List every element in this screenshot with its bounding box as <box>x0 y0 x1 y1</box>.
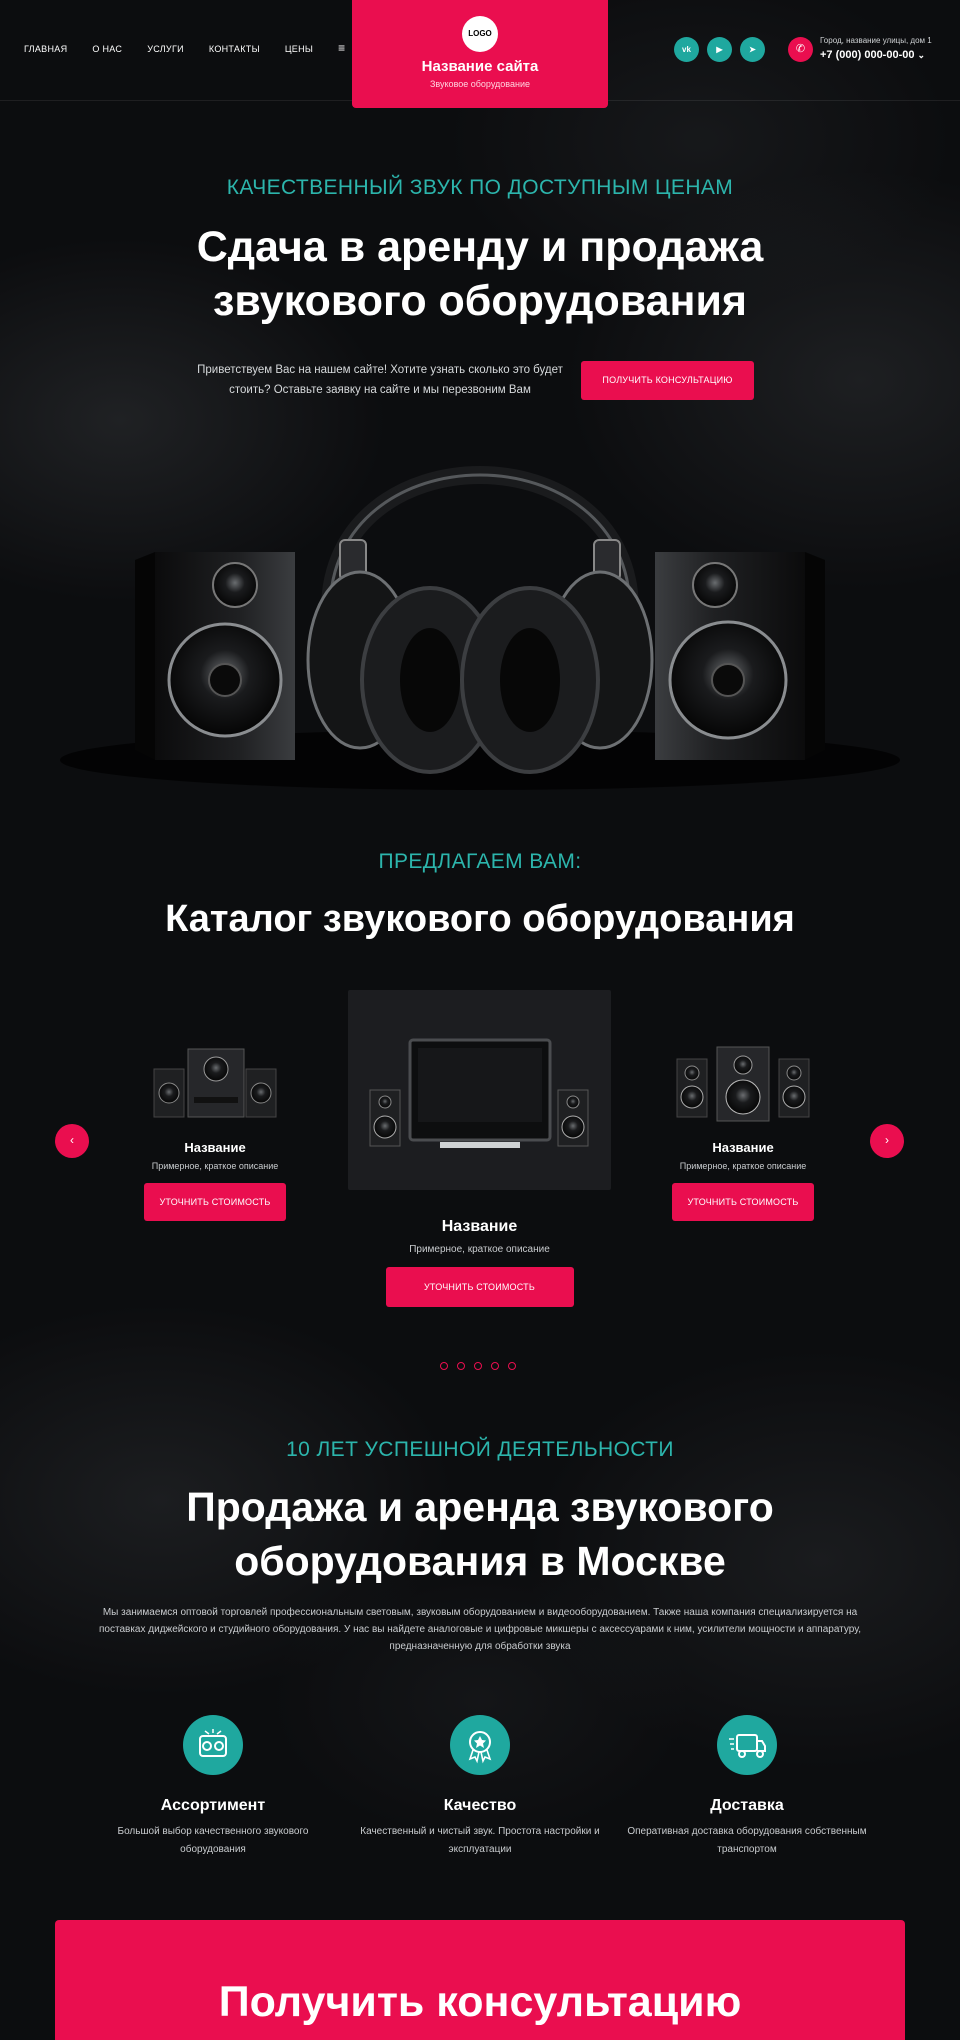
cta-banner: Получить консультацию <box>55 1920 905 2040</box>
nav-item-about[interactable]: О НАС <box>92 44 122 54</box>
catalog-card-featured: Название Примерное, краткое описание УТО… <box>348 1218 611 1307</box>
nav-item-contacts[interactable]: КОНТАКТЫ <box>209 44 260 54</box>
address: Город, название улицы, дом 1 <box>820 36 932 45</box>
phone-icon[interactable]: ✆ <box>788 37 813 62</box>
card-description: Примерное, краткое описание <box>409 1244 550 1255</box>
card-title: Название <box>712 1140 774 1155</box>
feature-title: Качество <box>443 1797 517 1814</box>
feature-title: Ассортимент <box>160 1797 266 1814</box>
menu-icon[interactable]: ≡ <box>338 42 345 54</box>
product-image <box>369 1038 589 1148</box>
site-header: ГЛАВНАЯ О НАС УСЛУГИ КОНТАКТЫ ЦЕНЫ ≡ LOG… <box>0 0 960 108</box>
nav-item-home[interactable]: ГЛАВНАЯ <box>24 44 67 54</box>
chevron-down-icon: ⌄ <box>917 50 926 60</box>
phone-text: +7 (000) 000-00-00 <box>820 49 915 61</box>
nav-item-prices[interactable]: ЦЕНЫ <box>285 44 313 54</box>
cta-title: Получить консультацию <box>218 1978 742 2026</box>
feature-assortment: Ассортимент Большой выбор качественного … <box>93 1715 333 1859</box>
logo: LOGO <box>462 16 498 52</box>
chevron-left-icon: ‹ <box>70 1133 74 1147</box>
feature-description: Оперативная доставка оборудования собств… <box>627 1826 867 1855</box>
feature-description: Качественный и чистый звук. Простота нас… <box>360 1826 600 1855</box>
consultation-button[interactable]: ПОЛУЧИТЬ КОНСУЛЬТАЦИЮ <box>581 361 754 400</box>
feature-description: Большой выбор качественного звукового об… <box>117 1826 309 1855</box>
carousel-prev-button[interactable]: ‹ <box>55 1124 89 1158</box>
price-button[interactable]: УТОЧНИТЬ СТОИМОСТЬ <box>385 1267 574 1307</box>
hero-title-line-2: звукового оборудования <box>212 277 748 325</box>
telegram-icon[interactable]: ➤ <box>740 37 765 62</box>
card-title: Название <box>184 1140 246 1155</box>
youtube-icon[interactable]: ▶ <box>707 37 732 62</box>
about-title: Продажа и аренда звукового оборудования … <box>0 1480 960 1588</box>
product-image <box>676 1046 810 1122</box>
hero-kicker: КАЧЕСТВЕННЫЙ ЗВУК ПО ДОСТУПНЫМ ЦЕНАМ <box>226 176 734 199</box>
hero-title: Сдача в аренду и продажа звукового обору… <box>0 220 960 328</box>
catalog-card-featured-image <box>348 990 611 1190</box>
about-title-line-1: Продажа и аренда звукового <box>186 1484 774 1530</box>
catalog-kicker: ПРЕДЛАГАЕМ ВАМ: <box>378 850 582 873</box>
hero-title-line-1: Сдача в аренду и продажа <box>196 223 764 271</box>
price-button[interactable]: УТОЧНИТЬ СТОИМОСТЬ <box>672 1183 814 1221</box>
carousel-dot[interactable] <box>440 1362 448 1370</box>
about-kicker: 10 ЛЕТ УСПЕШНОЙ ДЕЯТЕЛЬНОСТИ <box>286 1438 674 1461</box>
chevron-right-icon: › <box>885 1133 889 1147</box>
card-description: Примерное, краткое описание <box>151 1161 279 1171</box>
logo-block[interactable]: LOGO Название сайта Звуковое оборудовани… <box>352 0 608 108</box>
carousel-dot[interactable] <box>457 1362 465 1370</box>
card-description: Примерное, краткое описание <box>679 1161 807 1171</box>
speakers-icon <box>183 1715 243 1775</box>
site-name: Название сайта <box>421 58 539 75</box>
site-subtitle: Звуковое оборудование <box>430 79 530 89</box>
card-title: Название <box>441 1218 518 1235</box>
feature-title: Доставка <box>710 1797 784 1814</box>
price-button[interactable]: УТОЧНИТЬ СТОИМОСТЬ <box>144 1183 286 1221</box>
about-title-line-2: оборудования в Москве <box>234 1538 726 1584</box>
phone-number[interactable]: +7 (000) 000-00-00 ⌄ <box>820 49 925 61</box>
carousel-dot[interactable] <box>508 1362 516 1370</box>
product-image <box>153 1048 277 1118</box>
about-text: Мы занимаемся оптовой торговлей професси… <box>99 1607 861 1652</box>
social-links: vk ▶ ➤ <box>674 37 765 62</box>
catalog-card: Название Примерное, краткое описание УТО… <box>115 1035 315 1221</box>
carousel-pagination <box>440 1362 516 1370</box>
carousel-dot[interactable] <box>474 1362 482 1370</box>
catalog-card: Название Примерное, краткое описание УТО… <box>643 1035 843 1221</box>
nav-item-services[interactable]: УСЛУГИ <box>147 44 184 54</box>
quality-medal-icon <box>450 1715 510 1775</box>
carousel-dot[interactable] <box>491 1362 499 1370</box>
feature-delivery: Доставка Оперативная доставка оборудован… <box>627 1715 867 1859</box>
carousel-next-button[interactable]: › <box>870 1124 904 1158</box>
vk-icon[interactable]: vk <box>674 37 699 62</box>
catalog-title: Каталог звукового оборудования <box>165 898 795 940</box>
hero-image-speakers-headphones <box>60 466 900 790</box>
hero-text: Приветствуем Вас на нашем сайте! Хотите … <box>197 364 563 396</box>
catalog-carousel: Название Примерное, краткое описание УТО… <box>0 990 960 1350</box>
feature-quality: Качество Качественный и чистый звук. Про… <box>360 1715 600 1859</box>
main-nav: ГЛАВНАЯ О НАС УСЛУГИ КОНТАКТЫ ЦЕНЫ ≡ <box>24 42 345 54</box>
delivery-truck-icon <box>717 1715 777 1775</box>
